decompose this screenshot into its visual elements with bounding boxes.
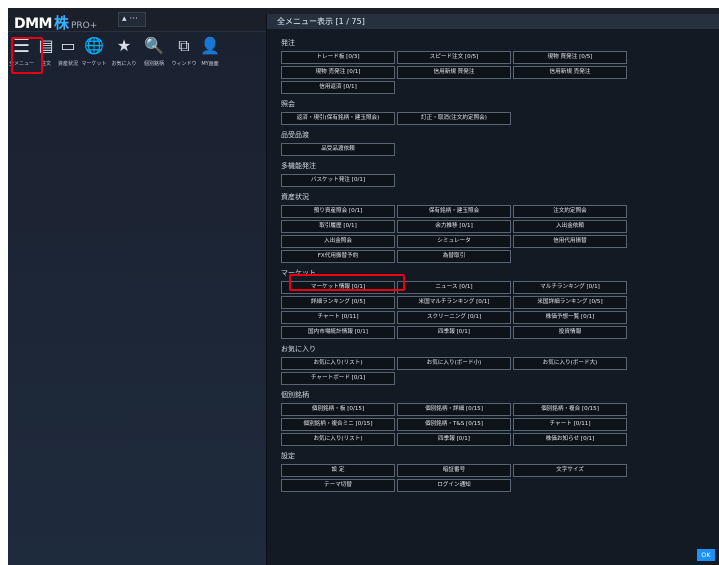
- menu-item-button[interactable]: 取引履歴 [0/1]: [281, 220, 395, 233]
- toolbar-label: 個別銘柄: [143, 61, 164, 67]
- menu-item-button[interactable]: お気に入り(リスト): [281, 433, 395, 446]
- menu-item-button[interactable]: バスケット発注 [0/1]: [281, 174, 395, 187]
- section-title: 照会: [281, 100, 295, 108]
- menu-item-button[interactable]: 保有銘柄・建玉照会: [397, 205, 511, 218]
- menu-item-button[interactable]: チャート [0/11]: [281, 311, 395, 324]
- toolbar-my-button[interactable]: 👤 MY画面: [199, 36, 221, 76]
- section-title: 資産状況: [281, 193, 309, 201]
- menu-item-button[interactable]: 個別銘柄・詳細 [0/15]: [397, 403, 511, 416]
- document-search-icon: 🔍: [144, 36, 164, 55]
- logo-kabu-text: 株: [53, 14, 69, 32]
- bell-icon: ▴ ···: [122, 14, 138, 24]
- section-grid: 預り資産照会 [0/1] 保有銘柄・建玉照会 注文約定照会取引履歴 [0/1] 余力推…: [281, 205, 719, 263]
- section-grid: トレード板 [0/3] スピード注文 [0/5] 現物 買発注 [0/5] 現物 売発…: [281, 51, 719, 94]
- menu-sections: 発注トレード板 [0/3] スピード注文 [0/5] 現物 買発注 [0/5] 現物 …: [267, 29, 719, 492]
- toolbar-label: 資産状況: [57, 61, 78, 67]
- logo-dmm-text: DMM: [14, 16, 52, 32]
- menu-item-button[interactable]: 個別銘柄・板 [0/15]: [281, 403, 395, 416]
- toolbar-favorite-button[interactable]: ★ お気に入り: [109, 36, 139, 76]
- toolbar-window-button[interactable]: ⧉ ウィンドウ: [169, 36, 199, 76]
- menu-item-button[interactable]: 個別銘柄・複合ミニ [0/15]: [281, 418, 395, 431]
- section-title: 設定: [281, 452, 295, 460]
- section-grid: お気に入り(リスト) お気に入り(ボード小) お気に入り(ボード大) チャートボード …: [281, 357, 719, 385]
- menu-item-button[interactable]: 入出金照会: [281, 235, 395, 248]
- section-title: 品受品渡: [281, 131, 309, 139]
- menu-item-button[interactable]: お気に入り(ボード大): [513, 357, 627, 370]
- menu-item-button[interactable]: スクリーニング [0/1]: [397, 311, 511, 324]
- menu-item-button[interactable]: 注文約定照会: [513, 205, 627, 218]
- menu-item-button[interactable]: 余力推移 [0/1]: [397, 220, 511, 233]
- ok-button[interactable]: OK: [697, 549, 715, 561]
- menu-item-button[interactable]: 文字サイズ: [513, 464, 627, 477]
- dmm-logo: DMM 株 PRO+: [14, 12, 97, 33]
- toolbar-label: マーケット: [81, 61, 107, 67]
- menu-item-button[interactable]: 現物 買発注 [0/5]: [513, 51, 627, 64]
- toolbar-market-button[interactable]: 🌐 マーケット: [79, 36, 109, 76]
- menu-item-button[interactable]: 信用新規 買発注: [397, 66, 511, 79]
- menu-item-button[interactable]: 米国マルチランキング [0/1]: [397, 296, 511, 309]
- assets-icon: ▭: [60, 36, 76, 55]
- app-window: DMM 株 PRO+ ▴ ··· ☰ 全メニュー ▤ 注文 ▭ 資産状況 🌐 マーケット ★ お気…: [8, 8, 719, 565]
- menu-item-button[interactable]: トレード板 [0/3]: [281, 51, 395, 64]
- menu-item-button[interactable]: 信用代用振替: [513, 235, 627, 248]
- menu-item-button[interactable]: 入出金依頼: [513, 220, 627, 233]
- panel-title: 全メニュー表示 [1 / 75]: [267, 14, 719, 29]
- section-title: 個別銘柄: [281, 391, 309, 399]
- section-grid: 個別銘柄・板 [0/15] 個別銘柄・詳細 [0/15] 個別銘柄・複合 [0/15…: [281, 403, 719, 446]
- section-grid: バスケット発注 [0/1]: [281, 174, 719, 187]
- toolbar-label: ウィンドウ: [171, 61, 197, 67]
- menu-item-button[interactable]: 株価予想一覧 [0/1]: [513, 311, 627, 324]
- menu-item-button[interactable]: 四季報 [0/1]: [397, 433, 511, 446]
- section-grid: 設 定暗証番号 文字サイズテーマ切替 ログイン通知: [281, 464, 719, 492]
- menu-item-button[interactable]: 詳細ランキング [0/5]: [281, 296, 395, 309]
- fx-transfer-highlight: [289, 274, 405, 291]
- menu-item-button[interactable]: 訂正・取消(注文約定照会): [397, 112, 511, 125]
- menu-item-button[interactable]: ログイン通知: [397, 479, 511, 492]
- menu-item-button[interactable]: 投資情報: [513, 326, 627, 339]
- menu-button-highlight: [11, 37, 43, 74]
- menu-item-button[interactable]: お気に入り(リスト): [281, 357, 395, 370]
- menu-item-button[interactable]: FX代用振替予約: [281, 250, 395, 263]
- menu-item-button[interactable]: 株価お知らせ [0/1]: [513, 433, 627, 446]
- menu-item-button[interactable]: 為替取引: [397, 250, 511, 263]
- menu-item-button[interactable]: テーマ切替: [281, 479, 395, 492]
- section-title: 発注: [281, 39, 295, 47]
- toolbar-issue-button[interactable]: 🔍 個別銘柄: [139, 36, 169, 76]
- menu-item-button[interactable]: ニュース [0/1]: [397, 281, 511, 294]
- section-grid: 品受品渡依頼: [281, 143, 719, 156]
- menu-item-button[interactable]: スピード注文 [0/5]: [397, 51, 511, 64]
- menu-item-button[interactable]: 信用返済 [0/1]: [281, 81, 395, 94]
- toolbar-label: MY画面: [201, 61, 219, 67]
- section-grid: 返済・現引(保有銘柄・建玉照会) 訂正・取消(注文約定照会): [281, 112, 719, 125]
- globe-icon: 🌐: [84, 36, 104, 55]
- menu-item-button[interactable]: チャート [0/11]: [513, 418, 627, 431]
- menu-item-button[interactable]: 米国詳細ランキング [0/5]: [513, 296, 627, 309]
- menu-item-button[interactable]: 個別銘柄・複合 [0/15]: [513, 403, 627, 416]
- menu-item-button[interactable]: 預り資産照会 [0/1]: [281, 205, 395, 218]
- menu-item-button[interactable]: 現物 売発注 [0/1]: [281, 66, 395, 79]
- window-icon: ⧉: [178, 36, 190, 55]
- menu-item-button[interactable]: 信用新規 売発注: [513, 66, 627, 79]
- user-add-icon: 👤: [200, 36, 220, 55]
- menu-item-button[interactable]: シミュレータ: [397, 235, 511, 248]
- menu-item-button[interactable]: 国内市場統計情報 [0/1]: [281, 326, 395, 339]
- toolbar-assets-button[interactable]: ▭ 資産状況: [57, 36, 79, 76]
- menu-item-button[interactable]: マルチランキング [0/1]: [513, 281, 627, 294]
- logo-pro-text: PRO+: [71, 21, 98, 31]
- menu-item-button[interactable]: 個別銘柄・T&S [0/15]: [397, 418, 511, 431]
- menu-item-button[interactable]: 四季報 [0/1]: [397, 326, 511, 339]
- menu-item-button[interactable]: 品受品渡依頼: [281, 143, 395, 156]
- toolbar-label: お気に入り: [111, 61, 137, 67]
- menu-item-button[interactable]: 設 定: [281, 464, 395, 477]
- menu-item-button[interactable]: 暗証番号: [397, 464, 511, 477]
- menu-item-button[interactable]: チャートボード [0/1]: [281, 372, 395, 385]
- section-title: お気に入り: [281, 345, 316, 353]
- menu-item-button[interactable]: 返済・現引(保有銘柄・建玉照会): [281, 112, 395, 125]
- menu-item-button[interactable]: お気に入り(ボード小): [397, 357, 511, 370]
- star-icon: ★: [116, 36, 132, 55]
- notification-bell-button[interactable]: ▴ ···: [118, 12, 146, 27]
- section-title: 多機能発注: [281, 162, 316, 170]
